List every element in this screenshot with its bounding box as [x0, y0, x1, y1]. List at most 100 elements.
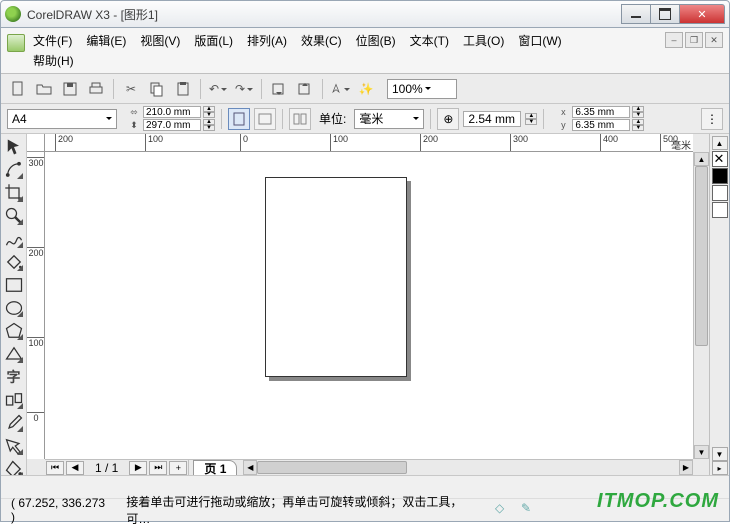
vscroll-thumb[interactable] [695, 166, 708, 346]
next-page-button[interactable]: ▶ [129, 461, 147, 475]
menu-layout[interactable]: 版面(L) [194, 32, 233, 50]
welcome-button[interactable]: ✨ [355, 78, 377, 100]
dup-x-spinner[interactable]: ▲▼ [632, 106, 644, 118]
app-launcher-button[interactable] [329, 78, 351, 100]
nudge-input[interactable]: 2.54 mm [463, 111, 521, 127]
print-button[interactable] [85, 78, 107, 100]
menu-edit[interactable]: 编辑(E) [86, 32, 126, 50]
redo-button[interactable]: ↷ [233, 78, 255, 100]
import-button[interactable] [268, 78, 290, 100]
maximize-button[interactable] [650, 4, 680, 24]
cut-button[interactable]: ✂ [120, 78, 142, 100]
page-height-input[interactable]: 297.0 mm [143, 119, 201, 131]
titlebar[interactable]: CorelDRAW X3 - [图形1] [0, 0, 730, 28]
app-icon [5, 6, 21, 22]
zoom-value: 100% [392, 82, 423, 96]
nudge-spinner[interactable]: ▲▼ [525, 113, 537, 125]
menu-window[interactable]: 窗口(W) [518, 32, 561, 50]
first-page-button[interactable]: ⏮ [46, 461, 64, 475]
last-page-button[interactable]: ⏭ [149, 461, 167, 475]
mdi-restore[interactable]: ❐ [685, 32, 703, 48]
width-icon: ⬄ [127, 108, 141, 117]
dup-y-input[interactable]: 6.35 mm [572, 119, 630, 131]
outline-tool[interactable] [3, 435, 25, 457]
hscroll-thumb[interactable] [257, 461, 407, 474]
menu-file[interactable]: 文件(F) [33, 32, 72, 50]
menu-help[interactable]: 帮助(H) [33, 52, 74, 70]
vertical-scrollbar[interactable]: ▲ ▼ [693, 152, 709, 459]
swatch-white-1[interactable] [712, 185, 728, 201]
portrait-button[interactable] [228, 108, 250, 130]
ruler-origin[interactable] [27, 134, 45, 152]
menu-tools[interactable]: 工具(O) [463, 32, 504, 50]
zoom-combo[interactable]: 100% [387, 79, 457, 99]
copy-button[interactable] [146, 78, 168, 100]
smart-fill-tool[interactable] [3, 251, 25, 273]
scroll-up-button[interactable]: ▲ [694, 152, 709, 166]
zoom-tool[interactable] [3, 205, 25, 227]
export-button[interactable] [294, 78, 316, 100]
open-button[interactable] [33, 78, 55, 100]
paper-size-combo[interactable]: A4 [7, 109, 117, 129]
interactive-blend-tool[interactable] [3, 389, 25, 411]
scroll-left-button[interactable]: ◀ [243, 460, 257, 475]
basic-shapes-tool[interactable] [3, 343, 25, 365]
swatch-none[interactable] [712, 151, 728, 167]
paste-button[interactable] [172, 78, 194, 100]
crop-tool[interactable] [3, 182, 25, 204]
new-document-icon[interactable] [7, 34, 25, 52]
palette-scroll-down[interactable]: ▼ [712, 447, 728, 461]
scroll-down-button[interactable]: ▼ [694, 445, 709, 459]
ruler-horizontal[interactable]: 200 100 0 100 200 300 400 500 毫米 [45, 134, 693, 152]
swatch-black[interactable] [712, 168, 728, 184]
swatch-white-2[interactable] [712, 202, 728, 218]
close-button[interactable] [679, 4, 725, 24]
eyedropper-tool[interactable] [3, 412, 25, 434]
page-dimensions: ⬄ 210.0 mm ▲▼ ⬍ 297.0 mm ▲▼ [127, 106, 215, 131]
cursor-coords: ( 67.252, 336.273 ) [11, 496, 110, 524]
options-button[interactable]: ⋮ [701, 108, 723, 130]
horizontal-scrollbar[interactable]: ◀ ▶ [243, 460, 693, 475]
standard-toolbar: ✂ ↶ ↷ ✨ 100% [1, 74, 729, 104]
menu-text[interactable]: 文本(T) [410, 32, 449, 50]
undo-button[interactable]: ↶ [207, 78, 229, 100]
units-combo[interactable]: 毫米 [354, 109, 424, 129]
outline-indicator-icon[interactable]: ✎ [521, 501, 539, 519]
ellipse-tool[interactable] [3, 297, 25, 319]
text-tool[interactable]: 字 [3, 366, 25, 388]
fill-indicator-icon[interactable]: ◇ [495, 501, 513, 519]
drawing-canvas[interactable] [45, 152, 693, 459]
page[interactable] [265, 177, 407, 377]
page-width-input[interactable]: 210.0 mm [143, 106, 201, 118]
ruler-unit: 毫米 [671, 137, 691, 152]
dup-x-icon: x [556, 108, 570, 117]
menu-view[interactable]: 视图(V) [140, 32, 180, 50]
mdi-minimize[interactable]: – [665, 32, 683, 48]
dup-y-spinner[interactable]: ▲▼ [632, 119, 644, 131]
save-button[interactable] [59, 78, 81, 100]
width-spinner[interactable]: ▲▼ [203, 106, 215, 118]
minimize-button[interactable] [621, 4, 651, 24]
page-tab-1[interactable]: 页 1 [193, 460, 237, 475]
multi-page-button[interactable] [289, 108, 311, 130]
landscape-button[interactable] [254, 108, 276, 130]
property-bar: A4 ⬄ 210.0 mm ▲▼ ⬍ 297.0 mm ▲▼ 单位: 毫米 ⊕ [1, 104, 729, 134]
menu-effects[interactable]: 效果(C) [301, 32, 342, 50]
height-spinner[interactable]: ▲▼ [203, 119, 215, 131]
add-page-button[interactable]: + [169, 461, 187, 475]
palette-scroll-up[interactable]: ▲ [712, 136, 728, 150]
prev-page-button[interactable]: ◀ [66, 461, 84, 475]
pick-tool[interactable] [3, 136, 25, 158]
polygon-tool[interactable] [3, 320, 25, 342]
mdi-close[interactable]: ✕ [705, 32, 723, 48]
palette-flyout[interactable]: ▸ [712, 461, 728, 475]
menu-bitmaps[interactable]: 位图(B) [356, 32, 396, 50]
new-button[interactable] [7, 78, 29, 100]
scroll-right-button[interactable]: ▶ [679, 460, 693, 475]
dup-x-input[interactable]: 6.35 mm [572, 106, 630, 118]
rectangle-tool[interactable] [3, 274, 25, 296]
freehand-tool[interactable] [3, 228, 25, 250]
menu-arrange[interactable]: 排列(A) [247, 32, 287, 50]
shape-tool[interactable] [3, 159, 25, 181]
ruler-vertical[interactable]: 300 200 100 0 [27, 152, 45, 459]
